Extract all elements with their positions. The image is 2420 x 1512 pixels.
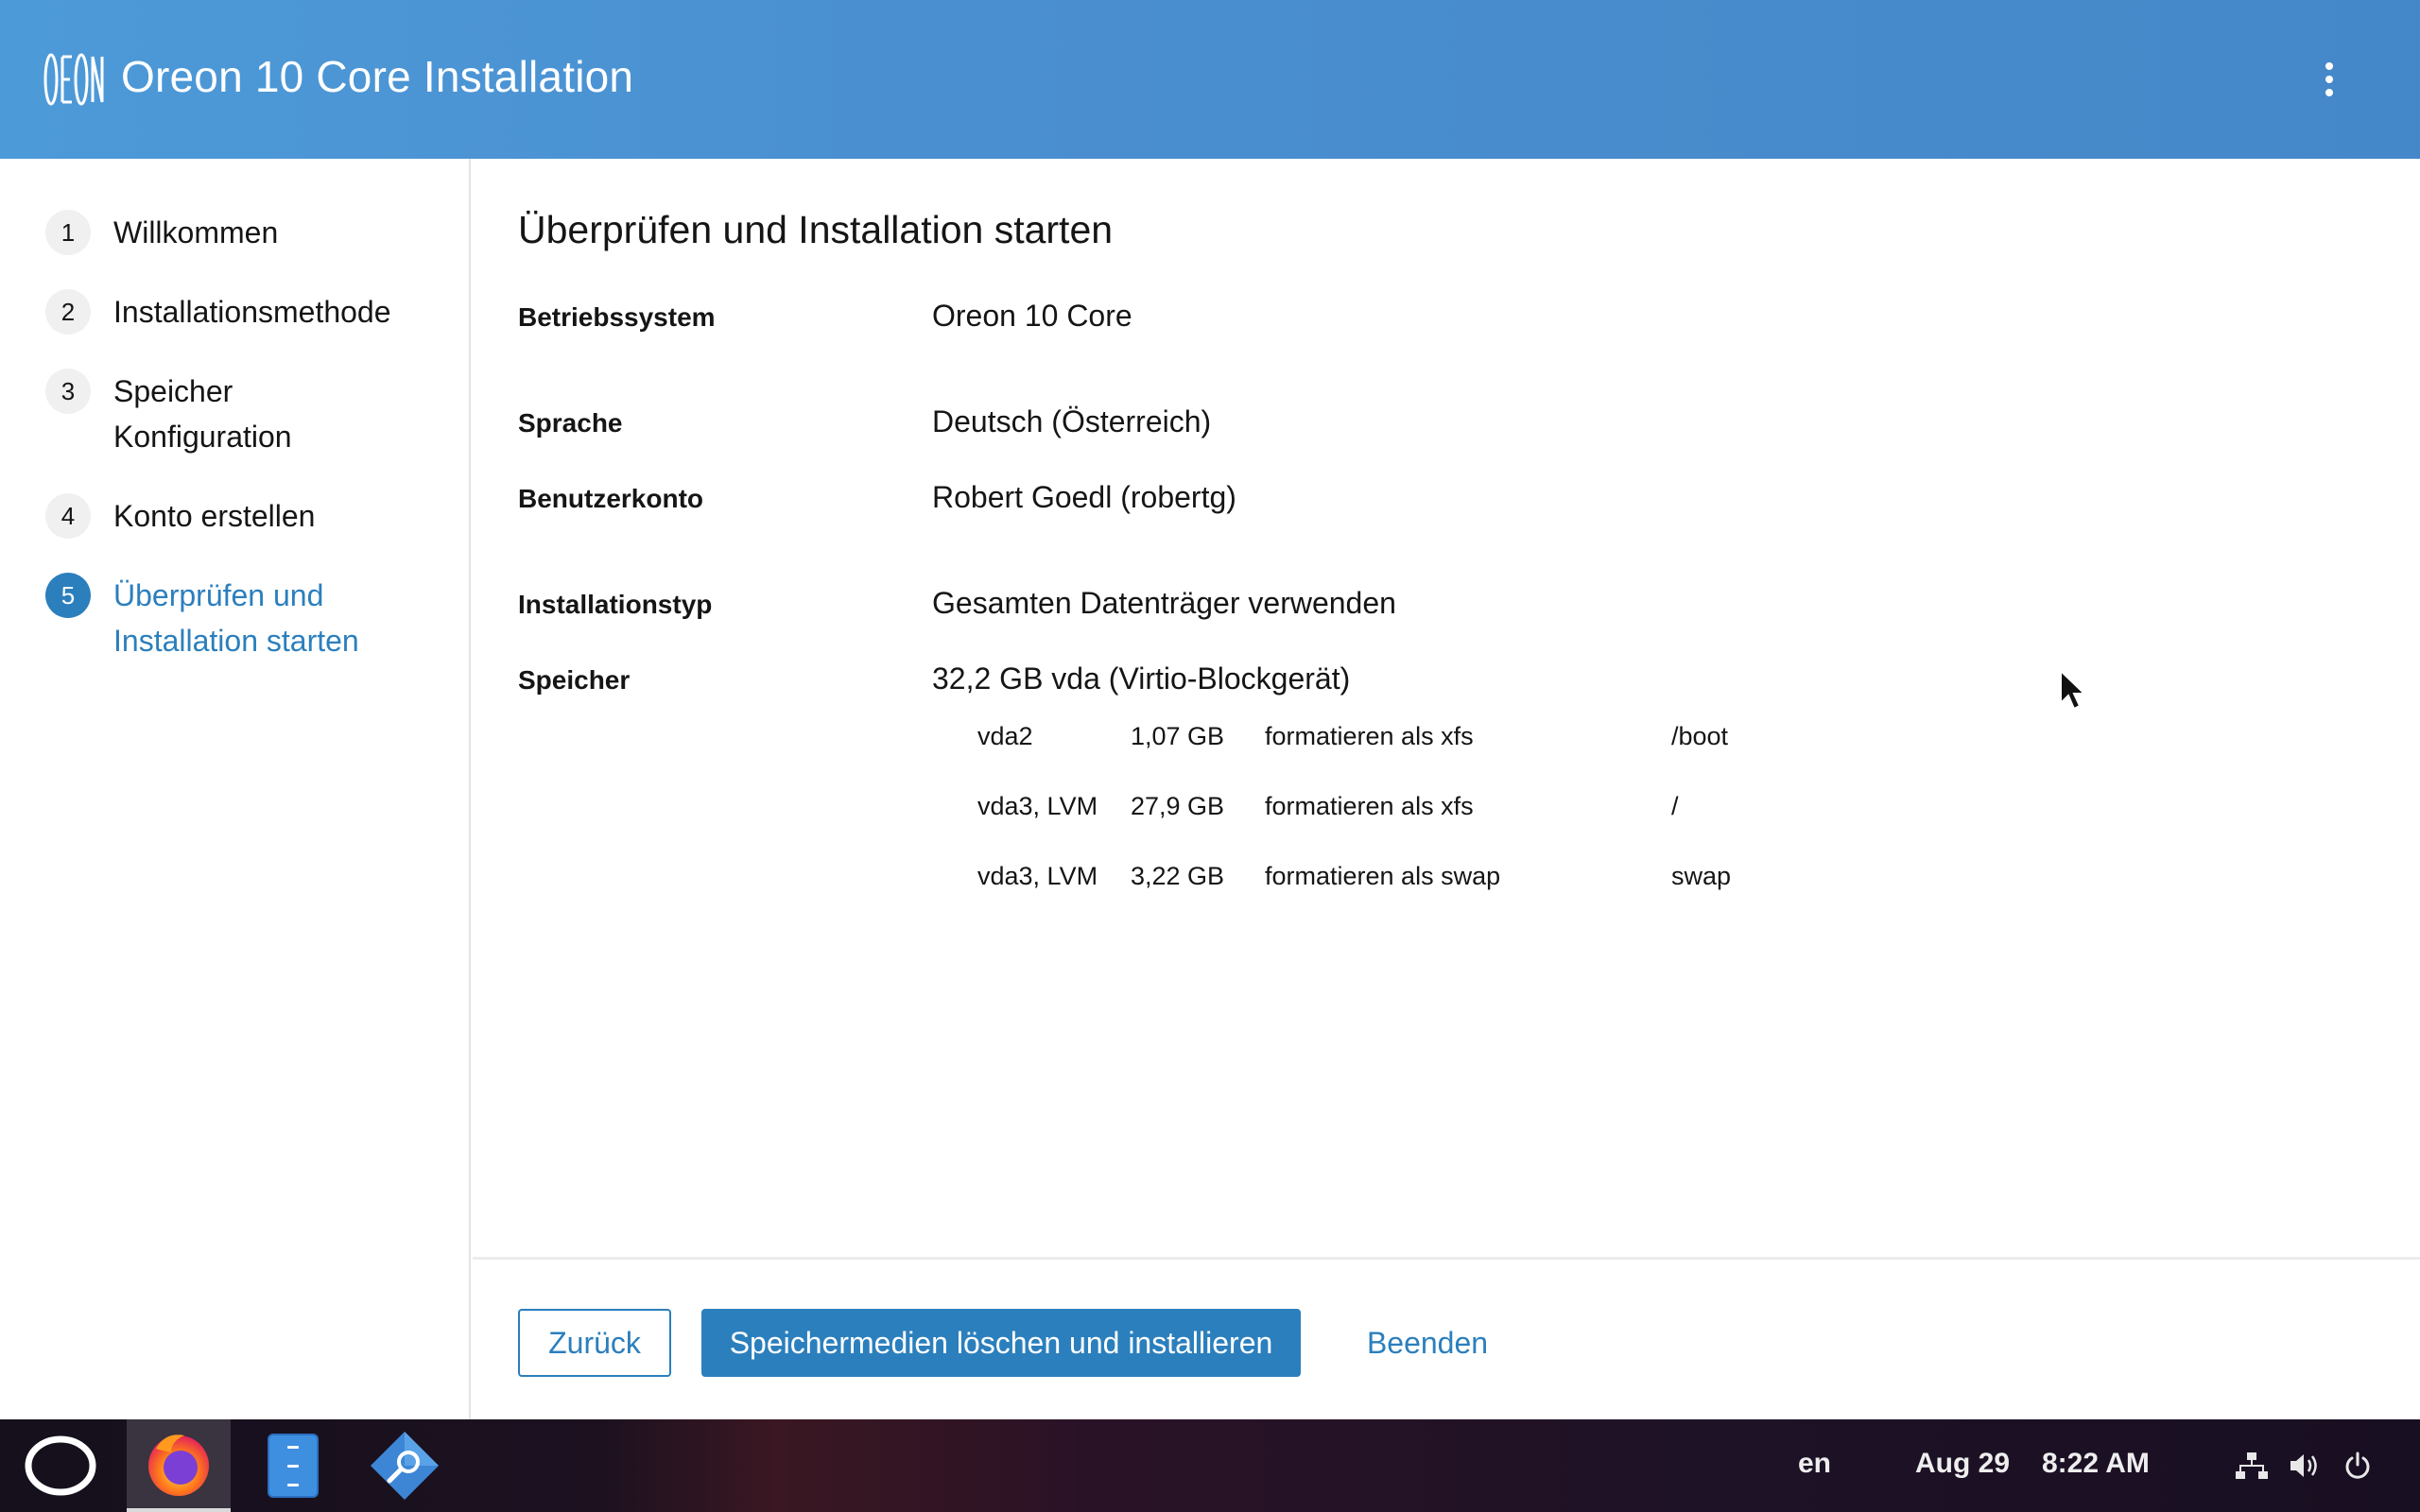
steps-sidebar: 1 Willkommen 2 Installationsmethode 3 Sp… [0, 159, 471, 1419]
clock-time[interactable]: 8:22 AM [2042, 1448, 2150, 1480]
sidebar-step-speicher-konfiguration[interactable]: 3 Speicher Konfiguration [45, 369, 454, 459]
step-label-line: Überprüfen und [113, 578, 324, 612]
partition-device: vda2 [977, 722, 1033, 750]
row-label-sprache: Sprache [518, 408, 623, 438]
row-label-installationstyp: Installationstyp [518, 590, 713, 619]
row-value-speicher: 32,2 GB vda (Virtio-Blockgerät) [932, 662, 1351, 696]
back-button[interactable]: Zurück [518, 1309, 671, 1377]
step-label-line: Konfiguration [113, 420, 292, 454]
mouse-cursor-icon [2060, 669, 2087, 711]
step-number: 1 [45, 210, 91, 255]
taskbar-installer[interactable] [357, 1419, 452, 1512]
step-label: Konto erstellen [113, 499, 316, 533]
partition-device: vda3, LVM [977, 862, 1098, 890]
row-value-betriebssystem: Oreon 10 Core [932, 299, 1132, 333]
row-value-sprache: Deutsch (Österreich) [932, 404, 1212, 438]
partition-size: 1,07 GB [1131, 722, 1225, 750]
review-panel: Überprüfen und Installation starten Betr… [473, 159, 2420, 1257]
partition-size: 3,22 GB [1131, 862, 1225, 890]
step-number: 5 [45, 573, 91, 618]
partition-action: formatieren als swap [1265, 862, 1501, 890]
ring-logo-icon [25, 1435, 96, 1496]
kebab-menu-icon[interactable] [2310, 57, 2348, 102]
step-number: 4 [45, 493, 91, 539]
wizard-footer: Zurück Speichermedien löschen und instal… [473, 1257, 2420, 1419]
step-label-line: Speicher [113, 374, 233, 408]
taskbar-files[interactable] [248, 1419, 338, 1512]
partition-action: formatieren als xfs [1265, 792, 1474, 820]
file-cabinet-icon [268, 1434, 319, 1498]
power-icon[interactable] [2339, 1419, 2377, 1512]
app-header: Oreon 10 Core Installation [0, 0, 2420, 159]
step-label-line: Installation starten [113, 624, 359, 658]
step-label: Überprüfen und Installation starten [113, 573, 454, 663]
step-number: 3 [45, 369, 91, 414]
clock-date[interactable]: Aug 29 [1915, 1448, 2010, 1480]
row-label-betriebssystem: Betriebssystem [518, 302, 716, 332]
partition-mount: / [1671, 792, 1679, 820]
app-menu-button[interactable] [0, 1419, 121, 1512]
partition-mount: /boot [1671, 722, 1729, 750]
partition-action: formatieren als xfs [1265, 722, 1474, 750]
partition-device: vda3, LVM [977, 792, 1098, 820]
installer-diamond-icon [371, 1432, 439, 1500]
keyboard-layout-indicator[interactable]: en [1798, 1448, 1831, 1480]
partition-mount: swap [1671, 862, 1732, 890]
row-label-benutzerkonto: Benutzerkonto [518, 484, 703, 513]
step-label: Installationsmethode [113, 295, 391, 329]
oreon-logo-icon [43, 53, 104, 106]
sidebar-step-ueberpruefen[interactable]: 5 Überprüfen und Installation starten [45, 573, 454, 663]
firefox-icon [148, 1435, 209, 1496]
sidebar-step-konto-erstellen[interactable]: 4 Konto erstellen [45, 493, 454, 539]
network-icon[interactable] [2233, 1419, 2271, 1512]
sidebar-step-installationsmethode[interactable]: 2 Installationsmethode [45, 289, 454, 335]
app-title: Oreon 10 Core Installation [121, 52, 634, 101]
row-label-speicher: Speicher [518, 665, 631, 695]
volume-icon[interactable] [2286, 1419, 2324, 1512]
row-value-installationstyp: Gesamten Datenträger verwenden [932, 586, 1396, 620]
taskbar-firefox[interactable] [127, 1419, 231, 1512]
taskbar: en Aug 29 8:22 AM [0, 1419, 2420, 1512]
erase-and-install-button[interactable]: Speichermedien löschen und installieren [701, 1309, 1301, 1377]
page-title: Überprüfen und Installation starten [518, 208, 1114, 251]
quit-button[interactable]: Beenden [1361, 1309, 1494, 1377]
sidebar-step-willkommen[interactable]: 1 Willkommen [45, 210, 454, 255]
step-label: Speicher Konfiguration [113, 369, 454, 459]
step-number: 2 [45, 289, 91, 335]
row-value-benutzerkonto: Robert Goedl (robertg) [932, 480, 1236, 514]
partition-size: 27,9 GB [1131, 792, 1225, 820]
step-label: Willkommen [113, 215, 279, 249]
